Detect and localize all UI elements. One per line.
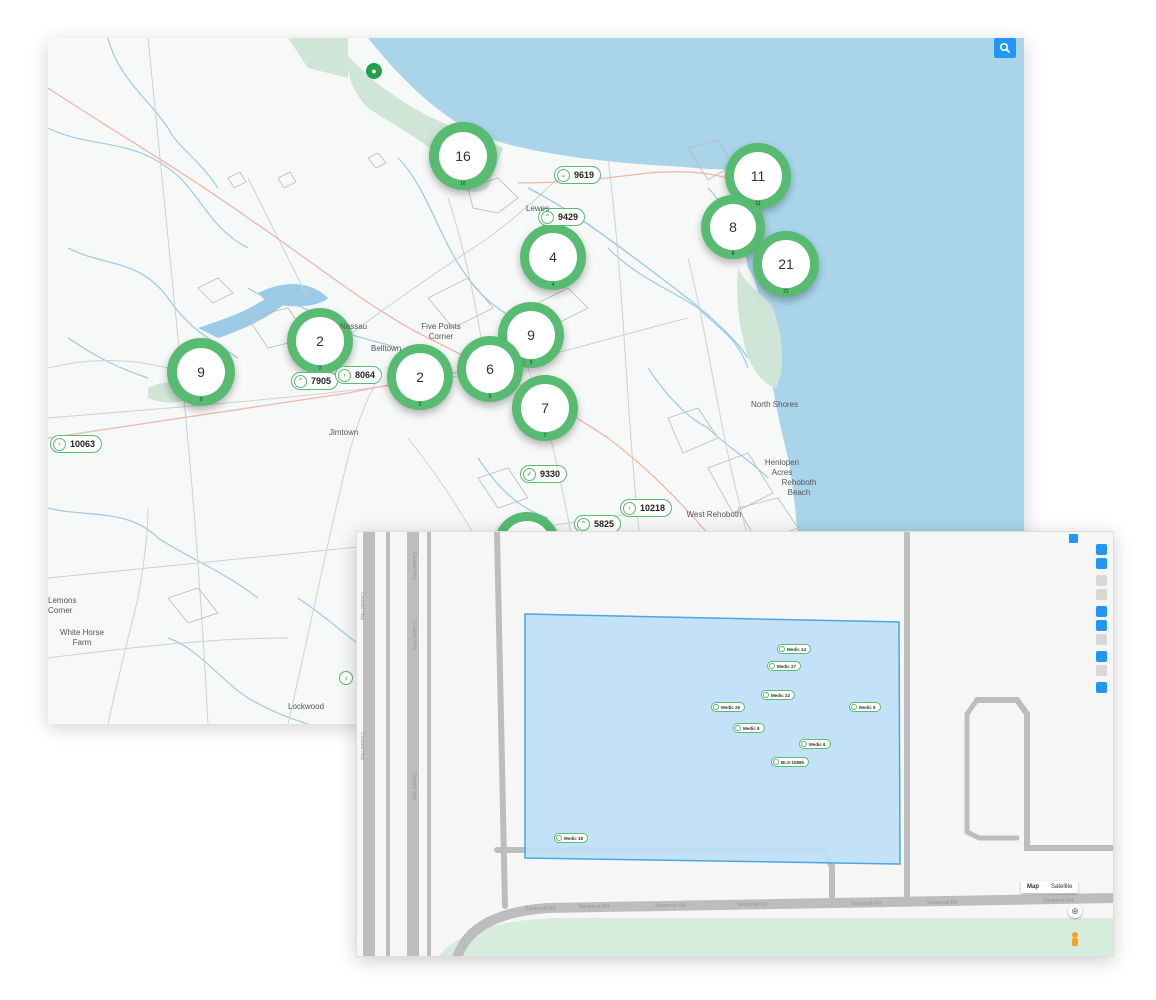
road-label: Savannah Rd bbox=[1043, 898, 1074, 904]
place-label: White Horse Farm bbox=[59, 628, 104, 647]
place-label: Jimtown bbox=[329, 428, 359, 437]
place-label: North Shores bbox=[751, 400, 799, 409]
map-type-satellite[interactable]: Satellite bbox=[1045, 881, 1078, 893]
road-label: Coastal Hwy bbox=[411, 622, 417, 651]
chevron-right-icon: › bbox=[338, 368, 351, 382]
unit-marker[interactable]: Medic 26 bbox=[711, 702, 746, 712]
road-label: Savannah Rd bbox=[655, 903, 686, 909]
unit-marker[interactable]: Medic 22 bbox=[761, 690, 796, 700]
place-label: Henlopen Acres bbox=[764, 458, 800, 477]
layers-button[interactable] bbox=[1096, 544, 1107, 555]
unit-marker[interactable]: ✓ 9330 bbox=[520, 465, 568, 483]
chevron-right-icon: › bbox=[53, 437, 66, 451]
chevron-up-icon: ⌃ bbox=[294, 374, 307, 388]
chevron-down-icon: ⌄ bbox=[557, 168, 570, 182]
settings-button[interactable] bbox=[1096, 682, 1107, 693]
chevron-up-icon: ⌃ bbox=[577, 517, 590, 531]
grid-tool-button[interactable] bbox=[1096, 606, 1107, 617]
unit-marker[interactable]: › 10063 bbox=[50, 435, 103, 453]
road-label: Savannah Rd bbox=[851, 901, 882, 907]
cluster-marker[interactable]: 21 21 bbox=[753, 231, 819, 297]
park-pin-icon[interactable]: ● bbox=[366, 63, 382, 79]
map-type-map[interactable]: Map bbox=[1021, 881, 1045, 893]
unit-marker[interactable]: ⌃ 7905 bbox=[291, 372, 339, 390]
place-label: Lemons Corner bbox=[48, 596, 77, 615]
select-tool-button[interactable] bbox=[1096, 558, 1107, 569]
chevron-right-icon: › bbox=[623, 501, 636, 515]
unit-marker[interactable]: BLS-10865 bbox=[771, 757, 810, 767]
unit-marker[interactable]: › 8064 bbox=[335, 366, 383, 384]
street-view-pegman-icon[interactable] bbox=[1071, 932, 1079, 946]
place-label: Nassau bbox=[340, 322, 368, 331]
road-label: Savannah Rd bbox=[927, 900, 958, 906]
search-icon bbox=[999, 42, 1011, 54]
place-label: Rehoboth Beach bbox=[781, 478, 817, 497]
road-label: Savannah Rd bbox=[737, 902, 768, 908]
cluster-marker[interactable]: 99 bbox=[167, 338, 235, 406]
cluster-marker[interactable]: 16 16 bbox=[429, 122, 497, 190]
unit-marker[interactable]: ⌄ 9619 bbox=[554, 166, 602, 184]
detail-map[interactable]: Coastal Hwy Coastal Hwy Coastal Hwy Coas… bbox=[356, 531, 1114, 957]
road-label: Savannah Rd bbox=[525, 906, 556, 912]
map-toolbar bbox=[1096, 544, 1108, 696]
unit-marker[interactable]: Medic 8 bbox=[849, 702, 881, 712]
place-label: Belltown bbox=[371, 344, 402, 353]
check-icon: ✓ bbox=[523, 467, 536, 481]
place-label: West Rehoboth bbox=[686, 510, 742, 519]
map-type-toggle: Map Satellite bbox=[1021, 881, 1079, 893]
place-label: Lewes bbox=[526, 204, 550, 213]
measure-tool-button[interactable] bbox=[1096, 589, 1107, 600]
zoom-area-button[interactable] bbox=[1096, 620, 1107, 631]
road-label: Coastal Hwy bbox=[359, 732, 365, 761]
draw-tool-button[interactable] bbox=[1096, 575, 1107, 586]
unit-marker[interactable]: Medic 27 bbox=[767, 661, 802, 671]
cluster-marker[interactable]: 66 bbox=[457, 336, 523, 402]
road-label: Coastal Hwy bbox=[411, 552, 417, 581]
road-label: Coastal Hwy bbox=[411, 772, 417, 801]
locate-icon[interactable]: ⊕ bbox=[1068, 904, 1082, 918]
unit-marker[interactable]: Medic 14 bbox=[777, 644, 812, 654]
location-pin-icon[interactable]: › bbox=[339, 671, 353, 685]
cluster-marker[interactable]: 22 bbox=[287, 308, 353, 374]
pan-tool-button[interactable] bbox=[1096, 634, 1107, 645]
detail-map-base bbox=[363, 532, 1113, 956]
fullscreen-button[interactable] bbox=[1069, 534, 1078, 543]
unit-marker[interactable]: Medic 9 bbox=[733, 723, 765, 733]
place-label: Five Points Corner bbox=[421, 322, 461, 341]
road-label: Savannah Rd bbox=[579, 904, 610, 910]
clear-tool-button[interactable] bbox=[1096, 665, 1107, 676]
marker-tool-button[interactable] bbox=[1096, 651, 1107, 662]
cluster-marker[interactable]: 44 bbox=[520, 224, 586, 290]
unit-marker[interactable]: › 10218 bbox=[620, 499, 673, 517]
unit-marker[interactable]: Medic 6 bbox=[799, 739, 831, 749]
road-label: Coastal Hwy bbox=[359, 592, 365, 621]
unit-marker[interactable]: Medic 18 bbox=[554, 833, 589, 843]
search-button[interactable] bbox=[994, 38, 1016, 58]
cluster-marker[interactable]: 77 bbox=[512, 375, 578, 441]
place-label: Lockwood bbox=[288, 702, 325, 711]
